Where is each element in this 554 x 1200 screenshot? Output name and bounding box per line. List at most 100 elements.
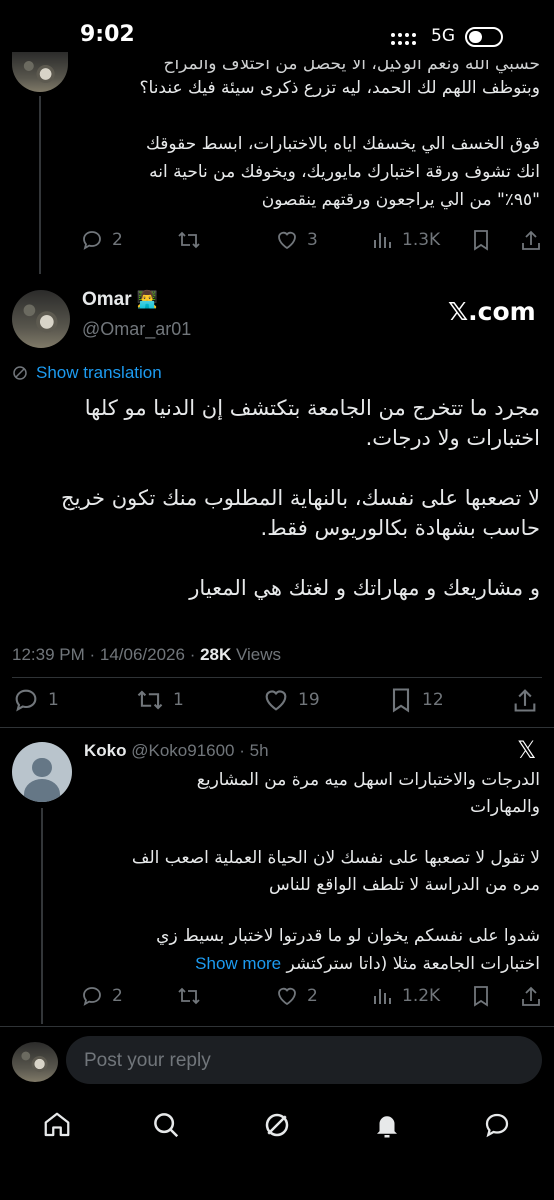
heart-icon (278, 987, 296, 1006)
prev-line-1: حسبي الله ونعم الوكيل، الا يحصل من احتلا… (163, 60, 540, 74)
views-label: Views (236, 645, 282, 664)
bookmark-icon (474, 230, 488, 251)
retweet-button[interactable]: 1 (135, 686, 184, 714)
heart-icon (278, 231, 296, 250)
reply-icon (83, 231, 101, 250)
nav-messages[interactable] (482, 1110, 512, 1140)
like-count: 2 (307, 986, 318, 1006)
bookmark-button[interactable] (470, 984, 492, 1008)
composer-avatar (12, 1042, 58, 1082)
prev-avatar[interactable] (12, 52, 68, 92)
prev-para-line: انك تشوف ورقة اختبارك مايوريك، ويخوفك من… (149, 162, 540, 182)
reply-composer[interactable] (66, 1036, 542, 1084)
reply-author-name[interactable]: Koko (84, 741, 127, 760)
tweet-line: حاسب بشهادة بكالوريوس فقط. (260, 516, 540, 540)
home-icon (44, 1112, 70, 1137)
avatar[interactable] (12, 290, 70, 348)
retweet-icon (178, 987, 200, 1005)
reply-button[interactable]: 1 (12, 686, 59, 714)
show-more-link[interactable]: Show more (195, 954, 281, 973)
search-icon (154, 1113, 179, 1138)
bookmark-icon (392, 688, 410, 713)
author-handle[interactable]: @Omar_ar01 (82, 319, 191, 340)
technologist-emoji: 👨‍💻 (136, 290, 159, 309)
views-icon (374, 233, 391, 248)
tweet-text: مجرد ما تتخرج من الجامعة بتكتشف إن الدني… (10, 393, 540, 603)
x-watermark: 𝕏.com (448, 297, 536, 326)
retweet-button[interactable] (176, 984, 202, 1008)
views-count: 1.3K (402, 230, 441, 250)
views-button[interactable]: 1.2K (372, 984, 440, 1008)
tweet-actions: 1 1 19 12 (12, 684, 542, 718)
reply-count: 1 (48, 690, 59, 710)
views-count[interactable]: 28K (200, 645, 231, 664)
signal-icon (391, 33, 425, 47)
retweet-count: 1 (173, 690, 184, 710)
nav-search[interactable] (151, 1110, 181, 1140)
tweet-date[interactable]: 14/06/2026 (100, 645, 185, 664)
divider (0, 727, 554, 728)
x-logo-icon: 𝕏 (517, 736, 537, 764)
divider (12, 677, 542, 678)
thread-line (41, 808, 43, 1024)
reply-header: Koko @Koko91600 · 5h (84, 741, 269, 760)
show-translation-button[interactable]: Show translation (12, 363, 162, 383)
nav-notifications[interactable] (372, 1110, 402, 1140)
prev-actions: 2 3 1.3K (80, 224, 550, 258)
clock: 9:02 (80, 22, 135, 47)
reply-age[interactable]: 5h (250, 741, 269, 760)
battery-icon (465, 27, 503, 47)
share-button[interactable] (520, 228, 542, 252)
reply-input[interactable] (82, 1046, 526, 1076)
reply-line-with-more: اختبارات الجامعة مثلا (داتا ستركتشر Show… (80, 950, 540, 978)
views-button[interactable]: 1.3K (372, 228, 440, 252)
retweet-icon (137, 690, 163, 710)
tweet-line: لا تصعبها على نفسك، بالنهاية المطلوب منك… (61, 486, 540, 510)
heart-icon (265, 690, 287, 711)
network-label: 5G (431, 26, 455, 46)
prev-tweet-text: حسبي الله ونعم الوكيل، الا يحصل من احتلا… (70, 60, 541, 214)
author-name: Omar (82, 289, 132, 310)
message-icon (485, 1113, 509, 1138)
bookmark-icon (474, 986, 488, 1007)
nav-grok[interactable] (262, 1110, 292, 1140)
reply-actions: 2 2 1.2K (80, 984, 550, 1018)
share-icon (522, 230, 540, 250)
bookmark-button[interactable]: 12 (388, 686, 444, 714)
bell-icon (377, 1116, 397, 1138)
reply-line: اختبارات الجامعة مثلا (داتا ستركتشر (286, 954, 540, 974)
nav-home[interactable] (42, 1110, 72, 1140)
like-button[interactable]: 3 (275, 228, 318, 252)
share-icon (522, 986, 540, 1006)
reply-handle[interactable]: @Koko91600 (131, 741, 234, 760)
reply-button[interactable]: 2 (80, 984, 123, 1008)
like-button[interactable]: 2 (275, 984, 318, 1008)
prev-para-line: "٩٥٪" من الي يراجعون ورقتهم ينقصون (261, 190, 540, 210)
reply-button[interactable]: 2 (80, 228, 123, 252)
tweet-time[interactable]: 12:39 PM (12, 645, 85, 664)
reply-line: شدوا على نفسكم يخوان لو ما قدرتوا لاختبا… (156, 926, 540, 946)
like-button[interactable]: 19 (262, 686, 320, 714)
share-button[interactable] (512, 686, 538, 714)
share-button[interactable] (520, 984, 542, 1008)
show-translation-label: Show translation (36, 363, 162, 382)
retweet-button[interactable] (176, 228, 202, 252)
reply-count: 2 (112, 230, 123, 250)
reply-line: لا تقول لا تصعبها على نفسك لان الحياة ال… (131, 848, 540, 868)
reply-line: مره من الدراسة لا تلطف الواقع للناس (268, 875, 540, 895)
reply-line: والمهارات (470, 797, 540, 817)
views-count: 1.2K (402, 986, 441, 1006)
tweet-line: و مشاريعك و مهاراتك و لغتك هي المعيار (189, 576, 540, 600)
tweet-meta: 12:39 PM · 14/06/2026 · 28K Views (12, 645, 282, 664)
reply-line: الدرجات والاختبارات اسهل ميه مرة من المش… (196, 770, 540, 790)
views-icon (374, 989, 391, 1004)
reply-text: الدرجات والاختبارات اسهل ميه مرة من المش… (80, 767, 540, 978)
thread-line (39, 96, 41, 274)
share-icon (514, 689, 536, 712)
tweet-line: مجرد ما تتخرج من الجامعة بتكتشف إن الدني… (84, 396, 540, 420)
bookmark-button[interactable] (470, 228, 492, 252)
like-count: 3 (307, 230, 318, 250)
author-name-row[interactable]: Omar 👨‍💻 (82, 289, 158, 311)
reply-avatar[interactable] (12, 742, 72, 802)
prev-para-line: فوق الخسف الي يخسفك اياه بالاختبارات، اب… (145, 134, 540, 154)
